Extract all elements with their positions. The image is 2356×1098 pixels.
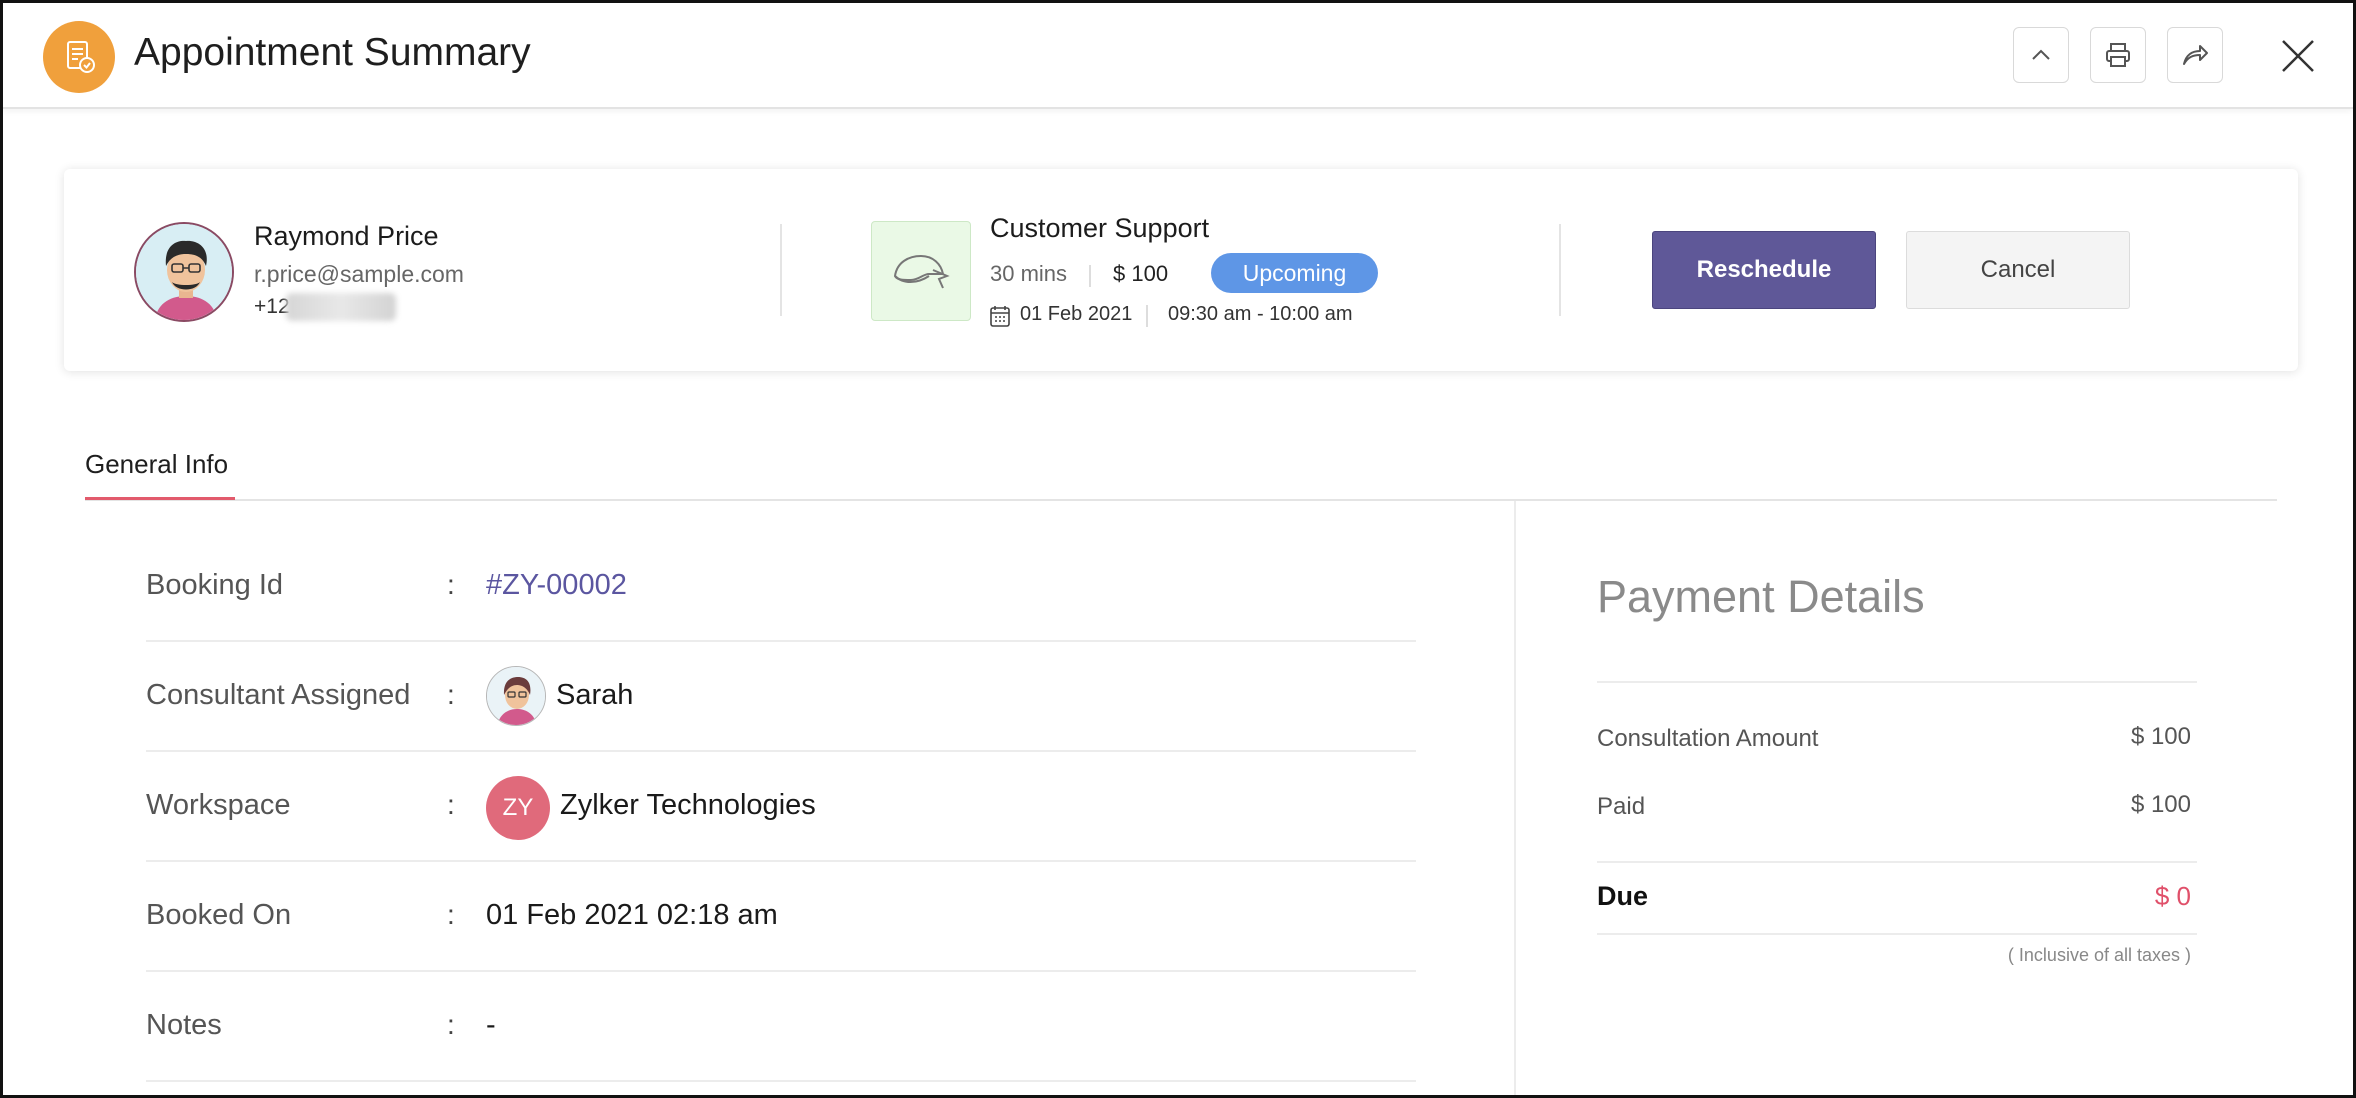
separator-colon: :: [447, 1009, 455, 1040]
column-divider: [1514, 501, 1516, 1095]
divider: [780, 224, 782, 316]
share-arrow-icon: [2183, 45, 2208, 65]
notes-label: Notes: [146, 1009, 222, 1041]
row-divider: [146, 640, 1416, 642]
row-divider: [146, 1080, 1416, 1082]
payment-details-title: Payment Details: [1597, 571, 1925, 622]
divider: [1559, 224, 1561, 316]
consultant-name: Sarah: [556, 679, 634, 711]
collapse-button[interactable]: [2013, 27, 2069, 83]
service-price: $ 100: [1113, 261, 1169, 286]
workspace-label: Workspace: [146, 789, 291, 821]
customer-phone: +12: [254, 295, 290, 318]
booking-id-label: Booking Id: [146, 569, 284, 601]
cancel-button[interactable]: Cancel: [1906, 231, 2130, 309]
appointment-summary-card: Raymond Price r.price@sample.com +12 Cus…: [64, 169, 2298, 371]
payment-divider: [1597, 681, 2197, 683]
payment-divider: [1597, 861, 2197, 863]
status-badge: Upcoming: [1211, 253, 1378, 293]
customer-name: Raymond Price: [254, 221, 439, 251]
phone-redaction: [286, 293, 396, 321]
consultant-label: Consultant Assigned: [146, 679, 411, 711]
separator-colon: :: [447, 569, 455, 600]
calendar-icon: [990, 306, 1010, 327]
reschedule-button[interactable]: Reschedule: [1652, 231, 1876, 309]
separator: [1146, 305, 1148, 327]
service-name: Customer Support: [990, 213, 1210, 243]
printer-icon: [2106, 43, 2130, 67]
service-cap-icon: [871, 221, 971, 321]
consultation-amount-value: $ 100: [2130, 723, 2191, 750]
active-tab-indicator: [85, 497, 235, 500]
row-divider: [146, 970, 1416, 972]
due-value: $ 0: [2154, 881, 2191, 911]
consultation-amount-label: Consultation Amount: [1597, 725, 1819, 752]
notes-value: -: [486, 1009, 496, 1041]
share-button[interactable]: [2167, 27, 2223, 83]
paid-value: $ 100: [2130, 791, 2191, 818]
service-duration: 30 mins: [990, 261, 1068, 286]
chevron-up-icon: [2032, 49, 2050, 60]
tab-bar-line: [85, 499, 2277, 501]
customer-email: r.price@sample.com: [254, 261, 464, 287]
page-title: Appointment Summary: [134, 31, 531, 74]
close-icon: [2282, 40, 2314, 72]
row-divider: [146, 860, 1416, 862]
workspace-name: Zylker Technologies: [560, 789, 816, 821]
close-button[interactable]: [2273, 31, 2323, 81]
booked-on-value: 01 Feb 2021 02:18 am: [486, 899, 778, 931]
separator-colon: :: [447, 789, 455, 820]
appointment-summary-window: Appointment Summary Raymond Price r.pric…: [0, 0, 2356, 1098]
workspace-initials-badge: ZY: [486, 776, 550, 840]
header-bar: Appointment Summary: [3, 3, 2353, 109]
tab-general-info[interactable]: General Info: [85, 449, 228, 480]
due-label: Due: [1597, 881, 1649, 911]
customer-avatar: [134, 222, 234, 322]
separator-colon: :: [447, 899, 455, 930]
row-divider: [146, 750, 1416, 752]
appointment-doc-icon: [43, 21, 115, 93]
booking-id-link[interactable]: #ZY-00002: [486, 569, 627, 602]
payment-divider: [1597, 933, 2197, 935]
service-date: 01 Feb 2021: [1020, 303, 1133, 325]
tax-note: ( Inclusive of all taxes ): [2007, 945, 2191, 965]
print-button[interactable]: [2090, 27, 2146, 83]
booked-on-label: Booked On: [146, 899, 292, 931]
consultant-avatar: [486, 666, 546, 726]
separator: [1089, 265, 1091, 287]
separator-colon: :: [447, 679, 455, 710]
paid-label: Paid: [1597, 793, 1646, 820]
service-time: 09:30 am - 10:00 am: [1168, 303, 1353, 325]
